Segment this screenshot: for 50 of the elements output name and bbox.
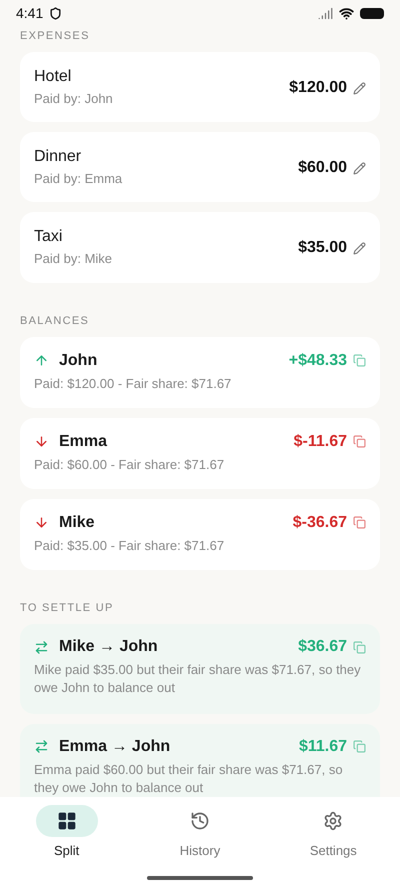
copy-icon[interactable] [353, 435, 366, 448]
expense-name: Dinner [34, 148, 82, 166]
nav-tab[interactable]: History [150, 805, 250, 858]
paid-by-text: Paid by: John [34, 90, 114, 108]
settlement-amount: $11.67 [298, 738, 347, 756]
status-time: 4:41 [16, 5, 44, 21]
signal-icon [318, 6, 333, 20]
settlement-amount: $36.67 [298, 638, 347, 656]
paid-by-text: Paid by: Mike [34, 250, 114, 268]
settlement-title: Emma → John [59, 738, 170, 756]
settlement-title: Mike → John [59, 638, 158, 656]
transfer-icon [34, 640, 49, 655]
person-name: John [59, 352, 98, 370]
section-heading: BALANCES [20, 314, 90, 327]
balance-amount: +$48.33 [288, 352, 347, 370]
copy-icon[interactable] [353, 354, 366, 368]
battery-icon [360, 8, 384, 18]
expense-amount: $35.00 [298, 239, 347, 258]
person-name: Mike [59, 514, 95, 532]
expense-amount: $60.00 [298, 159, 347, 178]
settlement-detail: Emma paid $60.00 but their fair share was $71.67, so they owe John to balance out [34, 760, 344, 797]
person-name: Emma [59, 432, 108, 451]
nav-tab[interactable]: Split [16, 805, 117, 858]
expense-name: Hotel [34, 68, 72, 86]
edit-icon[interactable] [353, 242, 366, 255]
arrow-down-icon [34, 434, 49, 450]
transfer-icon [34, 739, 49, 754]
balance-amount: $-11.67 [294, 432, 347, 451]
edit-icon[interactable] [353, 82, 366, 95]
settlement-detail: Mike paid $35.00 but their fair share was $71.67, so they owe John to balance out [34, 661, 362, 698]
shield-icon [49, 6, 62, 20]
balance-detail: Paid: $120.00 - Fair share: $71.67 [34, 374, 232, 393]
balance-amount: $-36.67 [292, 514, 347, 532]
history-icon [190, 811, 210, 831]
section-heading: TO SETTLE UP [20, 602, 115, 614]
copy-icon[interactable] [353, 516, 366, 530]
balance-detail: Paid: $35.00 - Fair share: $71.67 [34, 536, 226, 555]
expense-name: Taxi [34, 228, 64, 246]
edit-icon[interactable] [353, 162, 366, 175]
copy-icon[interactable] [353, 740, 366, 753]
grid-icon [56, 811, 77, 831]
paid-by-text: Paid by: Emma [34, 170, 124, 188]
nav-tab[interactable]: Settings [283, 805, 384, 858]
settings-icon [323, 811, 344, 831]
expense-amount: $120.00 [289, 79, 347, 98]
balance-detail: Paid: $60.00 - Fair share: $71.67 [34, 456, 226, 474]
wifi-icon [339, 6, 354, 20]
copy-icon[interactable] [353, 640, 366, 654]
section-heading: EXPENSES [20, 30, 91, 42]
arrow-down-icon [34, 515, 49, 530]
